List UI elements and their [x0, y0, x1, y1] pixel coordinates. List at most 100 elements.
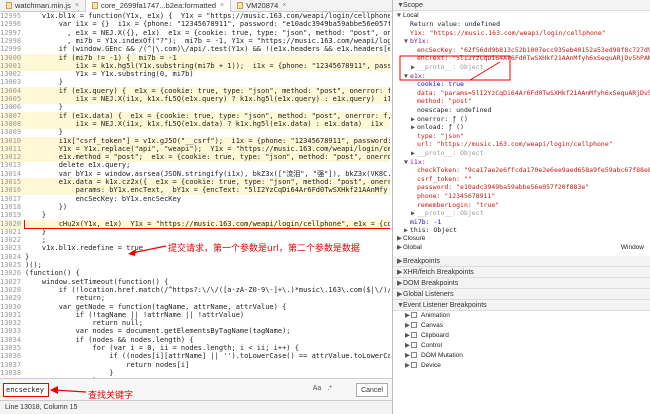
checkbox[interactable]: [411, 332, 417, 339]
event-listener-item[interactable]: ▶ Clipboard: [393, 331, 650, 341]
code-editor[interactable]: 12995 v1x.bl1x = function(Y1x, e1x) { Y1…: [0, 12, 392, 378]
code-text: if (!location.href.match(/^https?:\/\/([…: [25, 285, 390, 294]
search-input[interactable]: [3, 382, 49, 397]
code-text: }: [25, 103, 63, 112]
event-listener-item[interactable]: ▶ Control: [393, 341, 650, 351]
tab-1[interactable]: core_2699fa1747...b2ea:formatted ×: [84, 0, 232, 12]
close-icon[interactable]: ×: [75, 2, 79, 9]
panel-header-2[interactable]: ▶DOM Breakpoints: [393, 278, 650, 289]
event-listener-item[interactable]: ▶ Device: [393, 361, 650, 371]
code-text: var nodes = document.getElementsByTagNam…: [25, 327, 291, 336]
scope-variable[interactable]: Return value: undefined: [393, 20, 650, 29]
scope-variable[interactable]: encSecKey: "62f56dd9b813c52b1007ecc935eb…: [393, 46, 650, 55]
scope-variable[interactable]: phone: "12345678911": [393, 192, 650, 201]
scope-local[interactable]: ▼ Local: [393, 11, 650, 20]
event-listener-label: Canvas: [421, 322, 444, 329]
scope-variable[interactable]: ▶ __proto__: Object: [393, 63, 650, 72]
scope-variable[interactable]: password: "e10adc3949ba59abbe56e057f20f8…: [393, 183, 650, 192]
panel-header-4[interactable]: ▼Event Listener Breakpoints: [393, 300, 650, 311]
scope-variable-text: password: "e10adc3949ba59abbe56e057f20f8…: [417, 183, 590, 192]
scope-variable[interactable]: checkToken: "9ca17ae2e6ffcda170e2e6ee9ae…: [393, 166, 650, 175]
scope-variable-text: this: Object: [410, 226, 457, 235]
checkbox[interactable]: [411, 352, 417, 359]
close-icon[interactable]: ×: [282, 2, 286, 9]
scope-variable[interactable]: ▼ bY1x:: [393, 37, 650, 46]
close-icon[interactable]: ×: [220, 2, 224, 9]
scope-variable[interactable]: csrf_token: "": [393, 175, 650, 184]
scope-variable[interactable]: method: "post": [393, 97, 650, 106]
code-text: }): [25, 202, 68, 211]
debugger-sidebar: ▼Scope ▼ Local Return value: undefined Y1x: …: [393, 0, 650, 414]
scope-global[interactable]: ▶Global Window: [393, 244, 650, 253]
scope-variable[interactable]: ▼ i1x:: [393, 158, 650, 167]
code-text: return nodes[i]: [25, 360, 190, 369]
checkbox[interactable]: [411, 322, 417, 329]
event-listener-item[interactable]: ▶ DOM Mutation: [393, 351, 650, 361]
code-text: v1x.bl1x = function(Y1x, e1x) { Y1x = "h…: [25, 12, 390, 20]
code-text: i1x["csrf_token"] = v1x.gJ5O("__csrf"); …: [25, 136, 390, 145]
match-case-toggle[interactable]: Aa: [313, 385, 322, 392]
tab-0[interactable]: watchman.min.js ×: [0, 0, 85, 12]
scope-variable[interactable]: Y1x: "https://music.163.com/weapi/login/…: [393, 29, 650, 38]
scope-variable[interactable]: mi7b: -1: [393, 218, 650, 227]
scope-variable-text: Return value: undefined: [410, 20, 501, 28]
code-text: if (e1x.query) { e1x = {cookie: true, ty…: [25, 86, 390, 95]
scope-variable[interactable]: noescape: undefined: [393, 106, 650, 115]
code-text: i1x = NEJ.X(i1x, k1x.fL5Q(e1x.query) ? k…: [25, 95, 390, 103]
checkbox[interactable]: [411, 342, 417, 349]
scope-variable[interactable]: ▶ this: Object: [393, 226, 650, 235]
file-icon: [91, 2, 98, 9]
code-text: , mi7b = Y1x.indexOf("?"); mi7b = -1, Y1…: [25, 36, 390, 45]
code-text: }: [25, 78, 63, 87]
scope-variable-text: __proto__: Object: [417, 209, 484, 218]
code-text: (function() {: [25, 269, 80, 278]
scope-variable-text: phone: "12345678911": [417, 192, 496, 200]
scope-variable[interactable]: rememberLogin: "true": [393, 201, 650, 210]
panel-title: XHR/fetch Breakpoints: [403, 269, 474, 276]
cancel-button[interactable]: Cancel: [356, 383, 388, 397]
event-listener-label: DOM Mutation: [421, 352, 463, 359]
scope-closure[interactable]: ▶Closure: [393, 235, 650, 244]
scope-local-label: Local: [403, 12, 419, 19]
scope-variable-text: data: "params=5lI2YzCqDi64Ar6Fd0TwSXHkf2…: [417, 88, 650, 97]
code-text: for (var i = 0, ii = nodes.length; i < i…: [25, 344, 299, 352]
scope-variable[interactable]: ▶ __proto__: Object: [393, 149, 650, 158]
scope-variable[interactable]: ▼ e1x:: [393, 72, 650, 81]
tab-2[interactable]: VM20874 ×: [231, 0, 292, 12]
code-text: cHu2x(Y1x, e1x) Y1x = "https://music.163…: [23, 219, 390, 229]
code-text: if (nodes && nodes.length) {: [25, 335, 194, 344]
scope-variable-text: rememberLogin: "true": [417, 200, 500, 209]
scope-variable[interactable]: ▶ onload: ƒ (): [393, 123, 650, 132]
scope-variable[interactable]: ▶ __proto__: Object: [393, 209, 650, 218]
event-listener-item[interactable]: ▶ Animation: [393, 311, 650, 321]
code-text: )();: [25, 261, 42, 269]
code-text: }: [25, 252, 30, 261]
event-listener-label: Clipboard: [421, 332, 449, 339]
code-text: e1x.method = "post"; e1x = {cookie: true…: [25, 153, 390, 162]
code-text: v1x.bl1x.redefine = true: [25, 244, 144, 253]
panel-header-1[interactable]: ▶XHR/fetch Breakpoints: [393, 267, 650, 278]
scope-variable[interactable]: encText: "5lI2YzCqDi64Ar6Fd0TwSXHkf21AAn…: [393, 54, 650, 63]
scope-section-label: Closure: [403, 235, 426, 242]
scope-variable-text: csrf_token: "": [417, 174, 472, 183]
event-listener-item[interactable]: ▶ Canvas: [393, 321, 650, 331]
scope-variable-text: onload: ƒ (): [417, 123, 464, 132]
code-text: }: [25, 368, 114, 377]
search-bar: Aa .* Cancel: [0, 378, 392, 400]
panel-header-0[interactable]: ▶Breakpoints: [393, 256, 650, 267]
scope-variable[interactable]: url: "https://music.163.com/weapi/login/…: [393, 140, 650, 149]
scope-variable[interactable]: data: "params=5lI2YzCqDi64Ar6Fd0TwSXHkf2…: [393, 89, 650, 98]
regex-toggle[interactable]: .*: [327, 385, 332, 392]
panel-header-3[interactable]: ▶Global Listeners: [393, 289, 650, 300]
scope-variable[interactable]: cookie: true: [393, 80, 650, 89]
scope-variable-text: type: "json": [417, 131, 464, 140]
scope-variable[interactable]: type: "json": [393, 132, 650, 141]
editor-tab-bar: watchman.min.js × core_2699fa1747...b2ea:f…: [0, 0, 392, 12]
scope-variable-text: i1x:: [410, 157, 426, 166]
checkbox[interactable]: [411, 312, 417, 319]
scope-variable[interactable]: ▶ onerror: ƒ (): [393, 115, 650, 124]
checkbox[interactable]: [411, 362, 417, 369]
scope-section-label: Global: [403, 244, 422, 251]
scope-variable-text: cookie: true: [417, 80, 464, 89]
scope-header[interactable]: ▼Scope: [393, 0, 650, 11]
